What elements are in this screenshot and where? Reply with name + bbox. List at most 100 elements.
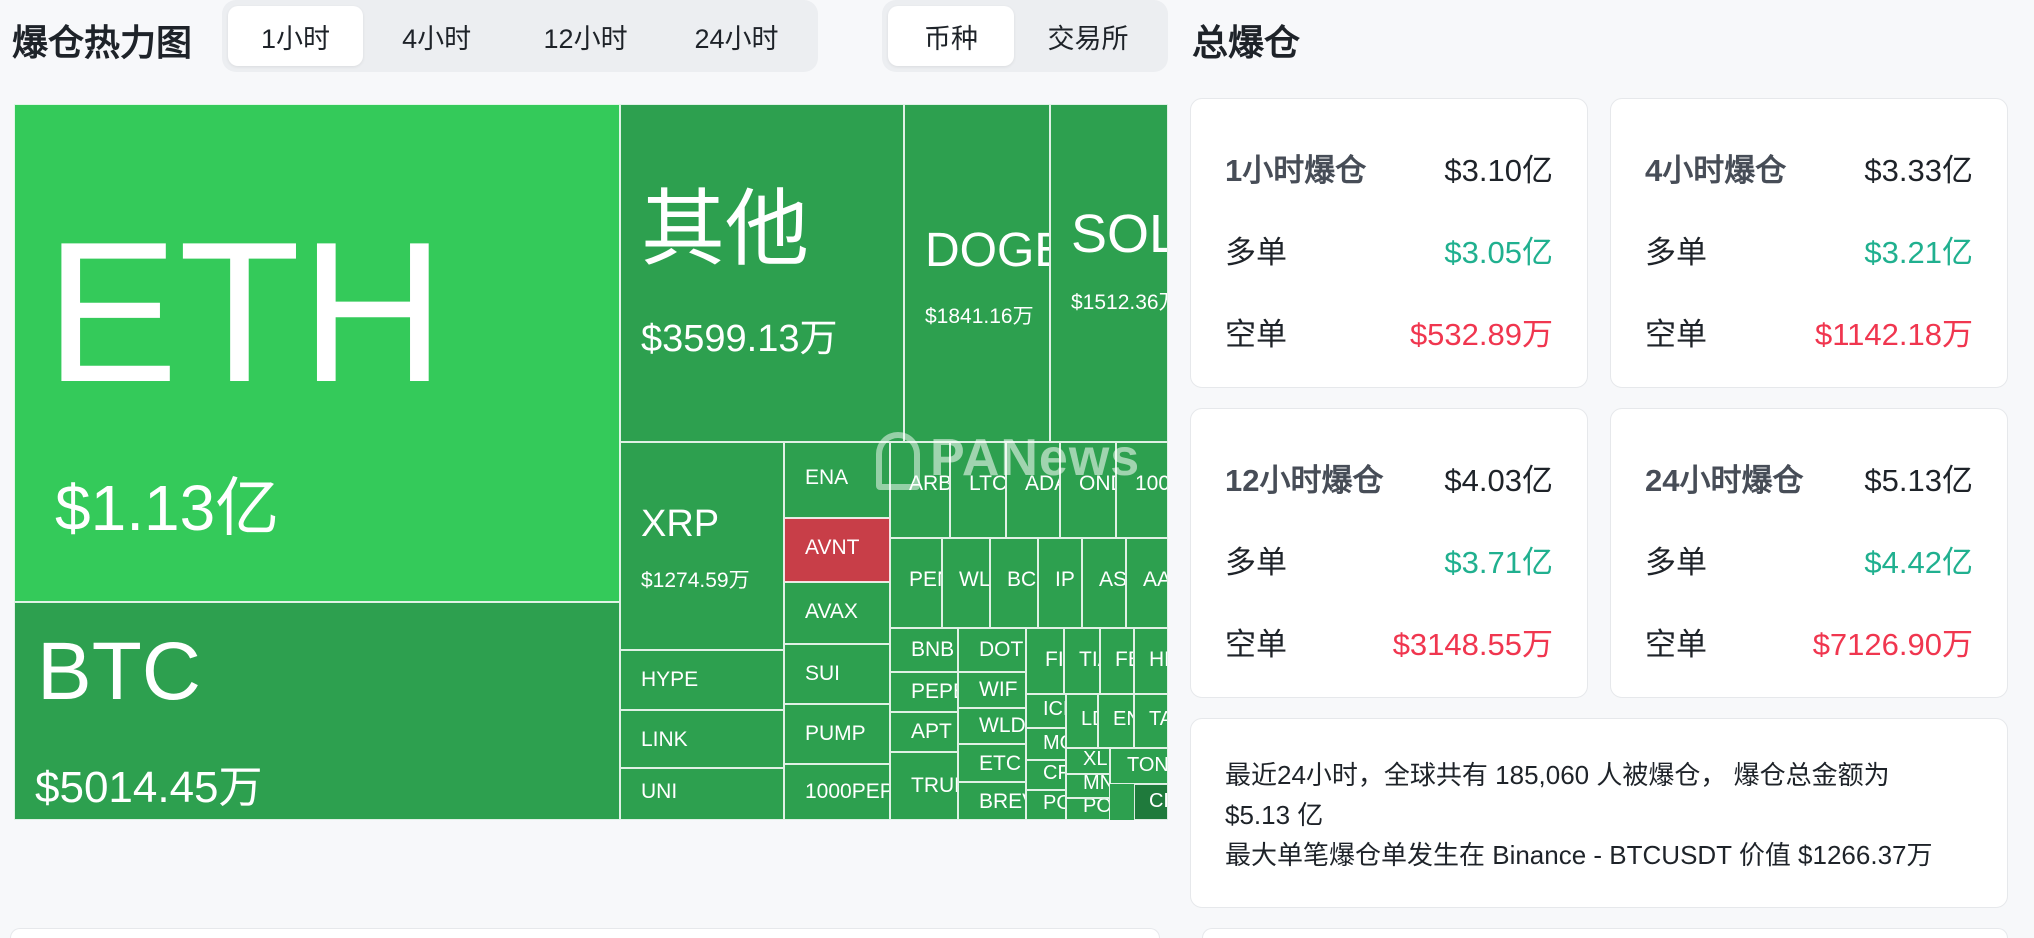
treemap-tile-xlm[interactable]: XLM <box>1066 748 1110 774</box>
tile-symbol: ASTER <box>1099 568 1126 591</box>
card-label: 24小时爆仓 <box>1645 462 1804 498</box>
treemap-tile-tia[interactable]: TIA <box>1064 628 1100 694</box>
treemap-tile-tao[interactable]: TAO <box>1134 694 1168 748</box>
treemap-tile-bch[interactable]: BCH <box>990 538 1038 628</box>
short-label: 空单 <box>1645 626 1707 662</box>
treemap-tile-ltc[interactable]: LTC <box>950 442 1006 538</box>
card-1h: 1小时爆仓 $3.10亿 多单 $3.05亿 空单 $532.89万 <box>1190 98 1588 388</box>
long-value: $3.71亿 <box>1444 544 1553 580</box>
treemap-tile-icp[interactable]: ICP <box>1026 694 1066 728</box>
tile-symbol: PEPE <box>911 680 957 703</box>
tile-value: $3599.13万 <box>641 318 838 360</box>
tile-symbol: SUI <box>805 662 841 685</box>
card-total: $3.33亿 <box>1864 152 1973 188</box>
treemap-tile-etc[interactable]: ETC <box>958 744 1026 782</box>
treemap-tile-pengu[interactable]: PENGU <box>890 538 942 628</box>
tile-symbol: ARB <box>909 472 950 495</box>
short-value: $1142.18万 <box>1815 316 1973 352</box>
tile-symbol: BREV <box>979 790 1025 813</box>
short-label: 空单 <box>1225 626 1287 662</box>
tile-symbol: TAO <box>1149 708 1167 730</box>
card-total: $4.03亿 <box>1444 462 1553 498</box>
tile-symbol: BCH <box>1007 568 1037 591</box>
tile-symbol: PUMP <box>805 722 866 745</box>
tile-symbol: BTC <box>37 626 201 717</box>
tile-symbol: ENA <box>805 466 849 489</box>
treemap-tile-dot[interactable]: DOT <box>958 628 1026 672</box>
treemap-tile-cfx[interactable]: CFX <box>1026 760 1066 790</box>
tab-24h[interactable]: 24小时 <box>661 6 812 66</box>
treemap-tile-pump[interactable]: PUMP <box>784 704 890 764</box>
tile-symbol: SOL <box>1071 204 1167 264</box>
treemap-tile-trump[interactable]: TRUMP <box>890 752 958 820</box>
treemap-tile-ena[interactable]: ENA <box>784 442 890 518</box>
treemap-tile-1000pepe[interactable]: 1000PEPE <box>784 764 890 820</box>
treemap-tile-aave[interactable]: AAVE <box>1126 538 1168 628</box>
tile-symbol: ADA <box>1025 472 1059 495</box>
treemap-tile-arb[interactable]: ARB <box>890 442 950 538</box>
tile-symbol: HBAR <box>1149 648 1167 671</box>
treemap-tile-ldo[interactable]: LDO <box>1066 694 1098 748</box>
treemap-tile-wif[interactable]: WIF <box>958 672 1026 708</box>
tile-symbol: AAVE <box>1143 568 1168 591</box>
treemap-tile-ens[interactable]: ENS <box>1098 694 1134 748</box>
treemap-tile-aster[interactable]: ASTER <box>1082 538 1126 628</box>
tile-symbol: ETC <box>979 752 1021 775</box>
treemap-tile-avnt[interactable]: AVNT <box>784 518 890 582</box>
treemap-tile-crv[interactable]: CRV <box>1134 784 1168 820</box>
treemap-tile-fet[interactable]: FET <box>1100 628 1134 694</box>
treemap-tile-mnt[interactable]: MNT <box>1066 774 1110 798</box>
treemap-tile-uni[interactable]: UNI <box>620 768 784 820</box>
tile-value: $1512.36万 <box>1071 291 1167 314</box>
tab-exchange[interactable]: 交易所 <box>1014 6 1162 66</box>
long-value: $3.21亿 <box>1864 234 1973 270</box>
treemap-tile-btc[interactable]: BTC $5014.45万 <box>14 602 620 820</box>
treemap-tile-ip[interactable]: IP <box>1038 538 1082 628</box>
tab-1h[interactable]: 1小时 <box>228 6 364 66</box>
treemap-tile-hbar[interactable]: HBAR <box>1134 628 1168 694</box>
treemap-tile-doge[interactable]: DOGE $1841.16万 <box>904 104 1050 442</box>
card-label: 12小时爆仓 <box>1225 462 1384 498</box>
treemap-tile-sol[interactable]: SOL $1512.36万 <box>1050 104 1168 442</box>
treemap-tile-ada[interactable]: ADA <box>1006 442 1060 538</box>
tile-symbol: AVNT <box>805 536 860 559</box>
treemap-tile-pepe[interactable]: PEPE <box>890 672 958 712</box>
tile-value: $1274.59万 <box>641 569 750 592</box>
tile-symbol: ONDO <box>1079 472 1115 495</box>
tab-4h[interactable]: 4小时 <box>363 6 510 66</box>
tile-symbol: XLM <box>1083 748 1109 770</box>
treemap-tile-wlfi[interactable]: WLFI <box>942 538 990 628</box>
tab-coin[interactable]: 币种 <box>888 6 1014 66</box>
summary-line-1: 最近24小时，全球共有 185,060 人被爆仓， 爆仓总金额为 <box>1225 760 1890 790</box>
tab-12h[interactable]: 12小时 <box>510 6 661 66</box>
tile-symbol: LINK <box>641 728 688 751</box>
treemap-tile-ondo[interactable]: ONDO <box>1060 442 1116 538</box>
treemap-tile-其他[interactable]: 其他 $3599.13万 <box>620 104 904 442</box>
treemap-tile-popcat[interactable]: POPCAT <box>1066 798 1110 820</box>
treemap-tile-xrp[interactable]: XRP $1274.59万 <box>620 442 784 650</box>
treemap-tile-avax[interactable]: AVAX <box>784 582 890 644</box>
summary-line-3: 最大单笔爆仓单发生在 Binance - BTCUSDT 价值 $1266.37… <box>1225 840 1933 870</box>
treemap-tile-apt[interactable]: APT <box>890 712 958 752</box>
treemap-tile-brev[interactable]: BREV <box>958 782 1026 820</box>
treemap-tile-move[interactable]: MOVE <box>1026 728 1066 760</box>
treemap-tile-bnb[interactable]: BNB <box>890 628 958 672</box>
long-label: 多单 <box>1225 544 1287 580</box>
treemap-tile-pol[interactable]: POL <box>1026 790 1066 820</box>
treemap-tile-link[interactable]: LINK <box>620 710 784 768</box>
tile-symbol: LTC <box>969 472 1006 495</box>
tile-symbol: CFX <box>1043 762 1065 784</box>
short-value: $532.89万 <box>1409 316 1553 352</box>
treemap-tile-ton[interactable]: TON <box>1110 748 1168 784</box>
tile-symbol: MNT <box>1083 774 1109 794</box>
next-section-right <box>1202 928 2008 938</box>
treemap-tile-eth[interactable]: ETH $1.13亿 <box>14 104 620 602</box>
tile-value: $5014.45万 <box>35 763 263 812</box>
treemap-tile-hype[interactable]: HYPE <box>620 650 784 710</box>
treemap-tile-wld[interactable]: WLD <box>958 708 1026 744</box>
treemap-tile-1000bonk[interactable]: 1000BONK <box>1116 442 1168 538</box>
treemap-tile-sui[interactable]: SUI <box>784 644 890 704</box>
treemap-tile-fil[interactable]: FIL <box>1026 628 1064 694</box>
tile-value: $1.13亿 <box>55 472 280 544</box>
short-label: 空单 <box>1225 316 1287 352</box>
